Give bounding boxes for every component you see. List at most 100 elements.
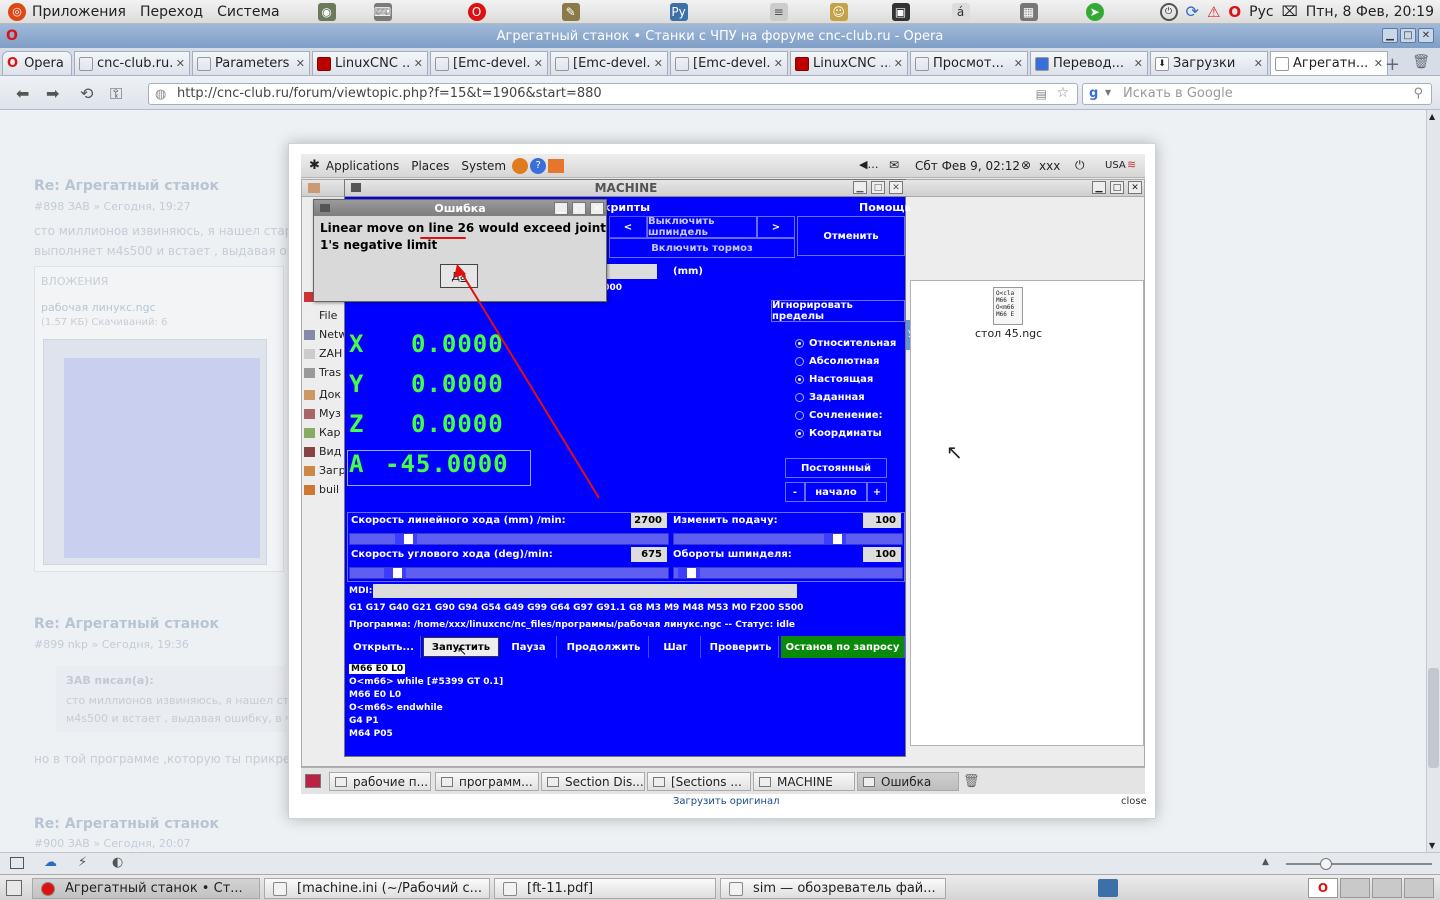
scroll-up-icon[interactable]: ▲ [1429, 112, 1435, 121]
attachment-thumbnail[interactable] [43, 339, 267, 565]
run-launcher-icon[interactable]: ➤ [1085, 2, 1104, 21]
close-tab-icon[interactable]: ✕ [1374, 57, 1383, 70]
browser-title-bar: O Агрегатный станок • Станки с ЧПУ на фо… [0, 24, 1440, 48]
workspace-4[interactable] [1404, 878, 1434, 898]
maximize-button[interactable]: □ [1400, 28, 1416, 43]
workspace-1[interactable]: O [1308, 878, 1338, 898]
workspace-2[interactable] [1340, 878, 1370, 898]
close-tab-icon[interactable]: ✕ [774, 57, 783, 70]
terminal-launcher-icon[interactable]: ⌨ [373, 2, 392, 21]
opera-launcher-icon[interactable]: O [467, 2, 486, 21]
close-tab-icon[interactable]: ✕ [176, 57, 185, 70]
menu-system[interactable]: Система [211, 4, 287, 20]
download-original-link[interactable]: Загрузить оригинал [673, 796, 780, 807]
text-editor-launcher-icon[interactable]: ≡ [769, 2, 788, 21]
warning-icon[interactable]: ⚠ [1207, 3, 1220, 21]
tab-label: LinuxCNC ... [813, 56, 890, 71]
forward-icon[interactable]: ➡ [46, 84, 59, 103]
menu-applications[interactable]: Приложения [26, 4, 134, 20]
back-icon[interactable]: ⬅ [16, 84, 29, 103]
page-scrollbar[interactable]: ▲ ▼ [1426, 110, 1440, 852]
minimize-button[interactable]: ▁ [1382, 28, 1398, 43]
key-icon[interactable]: ⚿ [110, 84, 122, 104]
update-icon[interactable]: ⟳ [1186, 2, 1199, 21]
tab-2[interactable]: Parameters ✕ [192, 51, 310, 75]
keyboard-layout-indicator[interactable]: Рус [1249, 4, 1273, 20]
tab-7[interactable]: LinuxCNC ... ✕ [790, 51, 908, 75]
close-tab-icon[interactable]: ✕ [1134, 57, 1143, 70]
close-tab-icon[interactable]: ✕ [414, 57, 423, 70]
attachments-box: ВЛОЖЕНИЯ рабочая линукс.ngc (1.57 КБ) Ск… [34, 266, 284, 572]
post-title[interactable]: Re: Агрегатный станок [34, 816, 219, 832]
speed-dial-icon[interactable]: ◐ [112, 855, 123, 870]
console-launcher-icon[interactable]: ▣ [891, 2, 910, 21]
zoom-slider-knob[interactable] [1320, 858, 1332, 870]
bookmark-star-icon[interactable]: ☆ [1056, 85, 1069, 101]
ubuntu-logo-icon[interactable]: ◎ [8, 2, 26, 21]
inner-taskbar-label: Section Dis... [565, 774, 644, 789]
tab-5[interactable]: [Emc-devel... ✕ [550, 51, 668, 75]
reload-icon[interactable]: ⟲ [80, 84, 93, 103]
charmap-launcher-icon[interactable]: á [951, 2, 970, 21]
gimp-launcher-icon[interactable]: ✎ [561, 2, 580, 21]
close-tab-icon[interactable]: ✕ [534, 57, 543, 70]
tab-label: [Emc-devel... [573, 56, 650, 71]
scrollbar-thumb[interactable] [1428, 668, 1439, 768]
zoom-slider[interactable] [1286, 858, 1432, 870]
taskbar-item-1[interactable]: Агрегатный станок • Ст... [32, 878, 260, 899]
page-icon [197, 56, 211, 71]
turbo-icon[interactable]: ⚡ [78, 855, 87, 870]
power-icon[interactable]: ⏻ [1159, 2, 1178, 21]
page-icon [915, 56, 929, 71]
close-window-button[interactable]: ✕ [1418, 28, 1434, 43]
tab-8[interactable]: Просмот... ✕ [910, 51, 1028, 75]
unite-icon[interactable]: ☁ [44, 855, 57, 870]
calculator-launcher-icon[interactable]: ▦ [1019, 2, 1038, 21]
taskbar-item-3[interactable]: [ft-11.pdf] [494, 878, 716, 899]
trash-icon[interactable]: 🗑 [1412, 54, 1430, 70]
tab-4[interactable]: [Emc-devel... ✕ [430, 51, 548, 75]
opera-menu-button[interactable]: O Opera [2, 51, 72, 75]
show-desktop-icon[interactable] [6, 880, 22, 896]
workspace-3[interactable] [1372, 878, 1402, 898]
tab-9[interactable]: Перевод... ✕ [1030, 51, 1148, 75]
url-field[interactable]: ◍ http://cnc-club.ru/forum/viewtopic.php… [148, 83, 1078, 105]
attachment-link[interactable]: рабочая линукс.ngc [41, 301, 156, 314]
zoom-out-icon[interactable]: ▲ [1262, 857, 1269, 867]
workspace-switcher-icon[interactable] [1098, 879, 1118, 897]
tab-10[interactable]: ⬇ Загрузки ✕ [1150, 51, 1268, 75]
search-field[interactable]: g ▼ Искать в Google ⚲ [1082, 83, 1432, 105]
scroll-down-icon[interactable]: ▼ [1429, 841, 1435, 850]
taskbar-label: [ft-11.pdf] [527, 881, 594, 896]
lightbox-close-link[interactable]: close [1121, 796, 1147, 807]
post-title[interactable]: Re: Агрегатный станок [34, 616, 219, 632]
tab-6[interactable]: [Emc-devel... ✕ [670, 51, 788, 75]
chevron-down-icon[interactable]: ▼ [1105, 88, 1111, 97]
close-tab-icon[interactable]: ✕ [894, 57, 903, 70]
panel-toggle-icon[interactable] [10, 857, 24, 869]
url-text: http://cnc-club.ru/forum/viewtopic.php?f… [177, 86, 602, 101]
tab-11[interactable]: Агрегатн... ✕ [1270, 51, 1388, 75]
tab-1[interactable]: cnc-club.ru... ✕ [74, 51, 190, 75]
close-tab-icon[interactable]: ✕ [1014, 57, 1023, 70]
post-title[interactable]: Re: Агрегатный станок [34, 178, 219, 194]
new-tab-button[interactable]: + [1385, 54, 1400, 75]
taskbar-item-2[interactable]: [machine.ini (~/Рабочий с... [264, 878, 490, 899]
show-desktop-icon [305, 774, 321, 788]
network-manager-icon[interactable]: ◉ [317, 2, 336, 21]
python-launcher-icon[interactable]: Py [669, 2, 688, 21]
tab-3[interactable]: LinuxCNC ... ✕ [312, 51, 428, 75]
taskbar-item-4[interactable]: sim — обозреватель фай... [720, 878, 946, 899]
search-icon[interactable]: ⚲ [1413, 86, 1423, 101]
close-tab-icon[interactable]: ✕ [296, 57, 305, 70]
clock[interactable]: Птн, 8 Фев, 20:19 [1306, 4, 1434, 20]
rss-icon[interactable]: ▤ [1036, 87, 1047, 101]
file-manager-icon [729, 881, 743, 896]
network-tray-icon[interactable]: ⌧ [1282, 4, 1298, 20]
opera-tray-icon[interactable]: O [1228, 3, 1241, 21]
tab-label: cnc-club.ru... [97, 56, 172, 71]
menu-places[interactable]: Переход [134, 4, 211, 20]
pidgin-launcher-icon[interactable]: ☺ [829, 2, 848, 21]
close-tab-icon[interactable]: ✕ [654, 57, 663, 70]
close-tab-icon[interactable]: ✕ [1254, 57, 1263, 70]
